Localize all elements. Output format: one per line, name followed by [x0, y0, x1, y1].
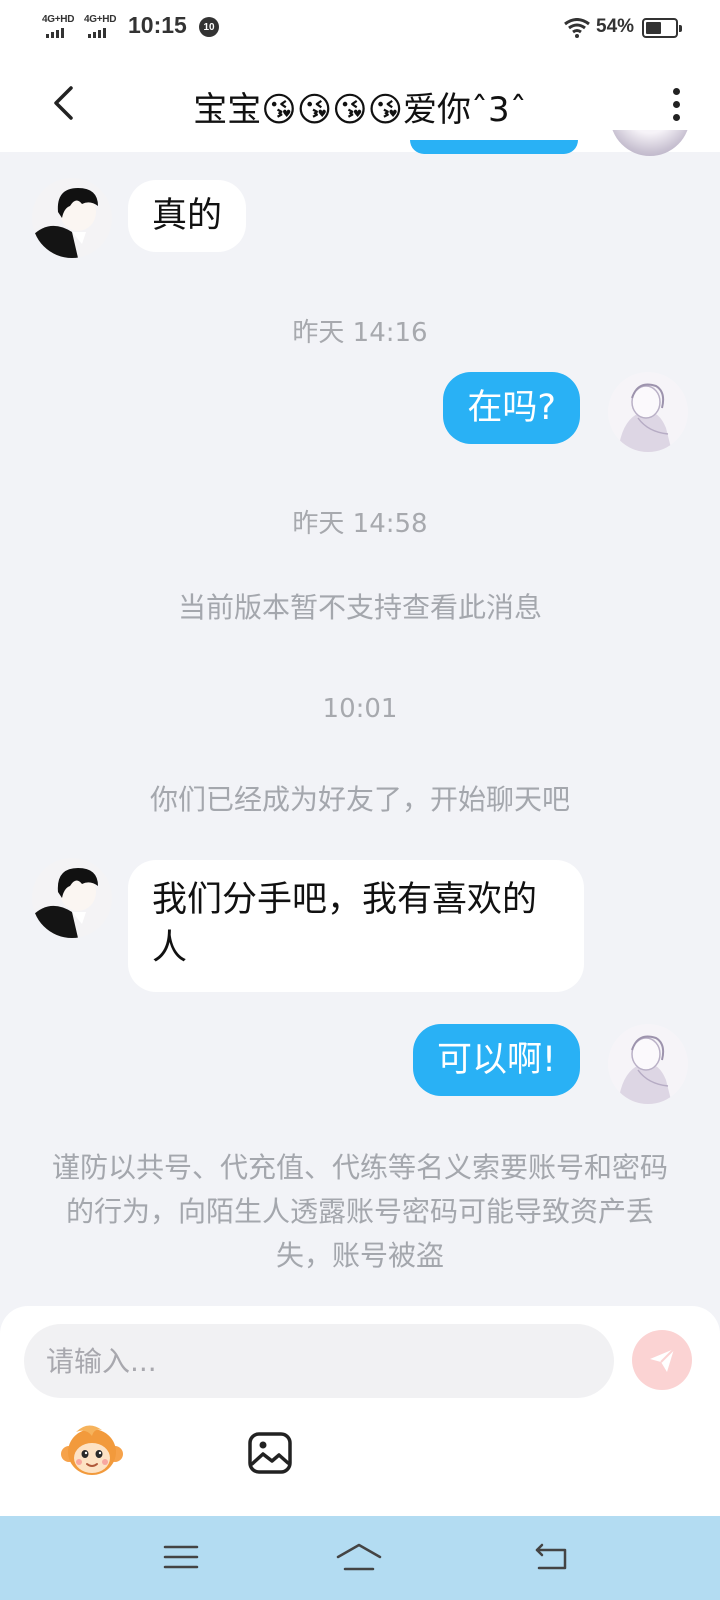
avatar-self-partial: [610, 130, 690, 156]
battery-icon: [642, 18, 682, 38]
message-text: 可以啊!: [436, 1040, 556, 1080]
message-composer: [0, 1306, 720, 1516]
monkey-emoji-icon: [61, 1425, 123, 1475]
security-warning: 谨防以共号、代充值、代练等名义索要账号和密码的行为，向陌生人透露账号密码可能导致…: [51, 1151, 668, 1272]
more-vertical-icon: [672, 100, 680, 108]
message-text: 真的: [152, 196, 223, 236]
nav-home-button[interactable]: [334, 1534, 384, 1580]
paper-plane-icon: [650, 1348, 675, 1372]
image-button[interactable]: [246, 1430, 294, 1476]
status-bar: 4G+HD 4G+HD 10:15 10 54%: [0, 0, 720, 56]
message-bubble-partial: [410, 140, 578, 154]
chat-title: 宝宝😘😘😘😘爱你ˆ3ˆ: [193, 90, 527, 130]
timestamp: 昨天 14:58: [292, 509, 428, 539]
message-bubble-incoming[interactable]: 我们分手吧，我有喜欢的人: [128, 860, 584, 992]
message-bubble-outgoing[interactable]: 在吗?: [443, 372, 580, 444]
more-vertical-icon: [672, 87, 680, 95]
system-notice: 你们已经成为好友了，开始聊天吧: [149, 783, 570, 816]
chevron-left-icon: [54, 86, 73, 120]
avatar-contact[interactable]: [32, 858, 112, 938]
send-button[interactable]: [632, 1330, 692, 1390]
timestamp: 昨天 14:16: [292, 318, 428, 348]
image-icon: [248, 1432, 292, 1474]
back-icon: [535, 1543, 567, 1570]
avatar-self[interactable]: [608, 372, 688, 452]
system-nav-bar: [0, 1516, 720, 1600]
signal-sim2-icon: 4G+HD: [84, 14, 118, 40]
notification-badge: 10: [199, 17, 219, 37]
nav-menu-button[interactable]: [156, 1534, 206, 1580]
more-vertical-icon: [672, 113, 680, 121]
more-options-button[interactable]: [656, 84, 696, 124]
home-icon: [336, 1543, 382, 1571]
sim1-label: 4G+HD: [42, 14, 75, 25]
message-text: 我们分手吧，我有喜欢的人: [152, 880, 538, 968]
message-bubble-outgoing[interactable]: 可以啊!: [412, 1024, 580, 1096]
signal-sim1-icon: 4G+HD: [42, 14, 76, 40]
sim2-label: 4G+HD: [84, 14, 117, 25]
nav-back-button[interactable]: [526, 1534, 576, 1580]
battery-percent: 54%: [596, 16, 635, 37]
wifi-icon: [564, 18, 590, 38]
back-button[interactable]: [40, 80, 86, 126]
status-time: 10:15: [128, 12, 187, 38]
message-input[interactable]: [24, 1324, 614, 1398]
message-bubble-incoming[interactable]: 真的: [128, 180, 247, 252]
emoji-button[interactable]: [60, 1422, 124, 1480]
avatar-contact[interactable]: [32, 178, 112, 258]
system-notice: 当前版本暂不支持查看此消息: [177, 591, 542, 624]
menu-icon: [163, 1545, 199, 1569]
battery-fill: [646, 22, 661, 34]
message-text: 在吗?: [467, 388, 556, 428]
timestamp: 10:01: [322, 694, 398, 724]
avatar-self[interactable]: [608, 1024, 688, 1104]
